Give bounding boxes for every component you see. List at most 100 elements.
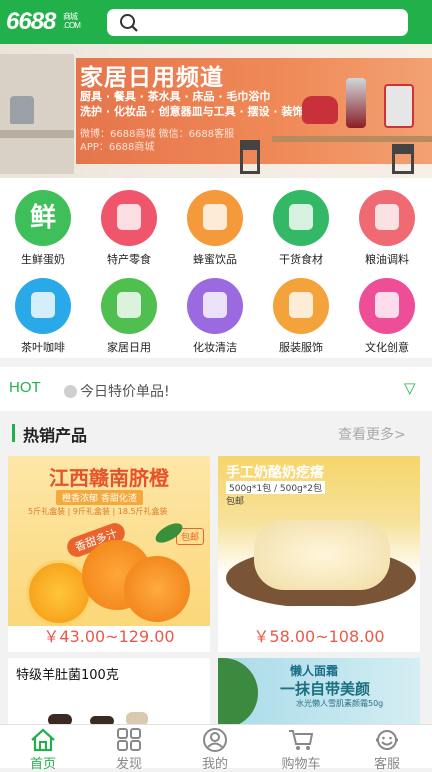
tab-label: 首页: [29, 757, 56, 772]
banner-line-2: 洗护 · 化妆品 · 创意器皿与工具 · 摆设 · 装饰: [80, 105, 304, 118]
discover-grid-icon: [117, 728, 141, 751]
category-item[interactable]: 鲜生鲜蛋奶: [0, 178, 86, 266]
hot-label: HOT: [9, 379, 41, 396]
tab-label: 客服: [373, 757, 400, 772]
category-glyph: [101, 190, 157, 246]
promo-banner[interactable]: 家居日用频道 厨具 · 餐具 · 茶水具 · 床品 · 毛巾浴巾 洗护 · 化妆…: [0, 44, 432, 178]
kettle-image: [10, 96, 34, 124]
product-image: 手工奶酪奶疙瘩 500g*1包 / 500g*2包 包邮: [218, 456, 420, 626]
product-card[interactable]: 特级羊肚菌100克: [8, 658, 210, 728]
category-glyph: [273, 190, 329, 246]
category-item[interactable]: 服装服饰: [258, 266, 344, 354]
dress-icon: [273, 278, 329, 334]
category-item[interactable]: 粮油调料: [344, 178, 430, 266]
product-price: ￥43.00~129.00: [43, 627, 175, 646]
fresh-icon: 鲜: [15, 190, 71, 246]
section-title: 热销产品: [23, 426, 88, 445]
bottom-tab-bar: 首页 发现 我的 购物车 客服: [0, 724, 432, 772]
mushroom-icon: [273, 190, 329, 246]
rice-cooker-image: [302, 96, 338, 124]
service-icon: [376, 730, 398, 750]
product-subtitle: 橙香浓郁 香甜化渣: [56, 490, 143, 505]
logo-subtext: 商城 .COM: [63, 12, 81, 30]
product-subtitle: 500g*1包 / 500g*2包: [226, 481, 325, 494]
banner-counter: [0, 130, 74, 138]
product-card[interactable]: 懒人面霜 一抹自带美颜 水光懒人雪肌素颜霜50g: [218, 658, 420, 728]
tab-discover[interactable]: 发现: [86, 725, 172, 772]
category-item[interactable]: 干货食材: [258, 178, 344, 266]
home-icon: [31, 728, 55, 752]
category-item[interactable]: 茶叶咖啡: [0, 266, 86, 354]
category-item[interactable]: 文化创意: [344, 266, 430, 354]
cheese-image: [254, 520, 390, 590]
tea-cup-icon: [15, 278, 71, 334]
hot-ticker[interactable]: HOT 今日特价单品! ▽: [0, 367, 432, 411]
category-label: 蜂蜜饮品: [193, 253, 237, 266]
cosmetics-icon: [187, 278, 243, 334]
category-label: 文化创意: [365, 341, 409, 354]
chair-image-2: [392, 144, 414, 174]
banner-title: 家居日用频道: [80, 65, 224, 91]
tab-label: 发现: [115, 757, 142, 772]
gift-icon: [101, 190, 157, 246]
logo-text: 6688: [6, 8, 56, 35]
product-card[interactable]: 江西赣南脐橙 橙香浓郁 香甜化渣 5斤礼盒装 | 9斤礼盒装 | 18.5斤礼盒…: [8, 456, 210, 652]
product-name: 特级羊肚菌100克: [16, 668, 119, 683]
creative-icon: [359, 278, 415, 334]
product-card[interactable]: 手工奶酪奶疙瘩 500g*1包 / 500g*2包 包邮 ￥58.00~108.…: [218, 456, 420, 652]
category-label: 服装服饰: [279, 341, 323, 354]
category-grid: 鲜生鲜蛋奶 特产零食蜂蜜饮品 干货食材 粮油调料茶叶咖啡 家居日用 化妆清洁 服装服饰 文化创…: [0, 178, 432, 358]
view-more-link[interactable]: 查看更多>: [338, 424, 406, 444]
category-label: 化妆清洁: [193, 341, 237, 354]
chevron-down-icon[interactable]: ▽: [404, 379, 416, 397]
product-name: 手工奶酪奶疙瘩: [226, 465, 324, 481]
top-bar: 6688 商城 .COM: [0, 0, 432, 44]
product-image: 江西赣南脐橙 橙香浓郁 香甜化渣 5斤礼盒装 | 9斤礼盒装 | 18.5斤礼盒…: [8, 456, 210, 626]
section-accent: [12, 424, 15, 442]
category-label: 家居日用: [107, 341, 151, 354]
category-label: 干货食材: [279, 253, 323, 266]
orange-image-3: [124, 556, 190, 622]
tab-cart[interactable]: 购物车: [258, 725, 344, 772]
tab-label: 我的: [201, 757, 228, 772]
category-glyph: [187, 278, 243, 334]
honey-icon: [187, 190, 243, 246]
ticker-dot-icon: [64, 385, 77, 398]
palm-leaf-image: [218, 658, 258, 728]
tab-service[interactable]: 客服: [344, 725, 430, 772]
product-name: 江西赣南脐橙: [49, 466, 169, 490]
search-icon: [120, 14, 138, 32]
category-glyph: [15, 278, 71, 334]
tab-label: 购物车: [281, 757, 321, 772]
banner-contact-2: APP：6688商城: [80, 142, 155, 153]
section-header: 热销产品 查看更多>: [0, 414, 432, 454]
category-glyph: [273, 278, 329, 334]
search-input[interactable]: [107, 9, 408, 36]
chair-image: [240, 140, 260, 174]
category-glyph: [187, 190, 243, 246]
blender-image: [346, 78, 366, 128]
category-item[interactable]: 蜂蜜饮品: [172, 178, 258, 266]
tab-profile[interactable]: 我的: [172, 725, 258, 772]
cart-icon: [289, 730, 314, 750]
user-icon: [203, 728, 227, 752]
logo[interactable]: 6688 商城 .COM: [6, 8, 81, 36]
product-name: 懒人面霜: [290, 664, 339, 678]
tab-home[interactable]: 首页: [0, 725, 86, 772]
product-price: ￥58.00~108.00: [253, 627, 385, 646]
category-glyph: [359, 278, 415, 334]
shipping-badge: 包邮: [226, 497, 245, 507]
category-item[interactable]: 化妆清洁: [172, 266, 258, 354]
oil-icon: [359, 190, 415, 246]
category-label: 茶叶咖啡: [21, 341, 65, 354]
coffee-machine-image: [384, 84, 414, 128]
product-slogan: 一抹自带美颜: [280, 680, 371, 698]
hot-message: 今日特价单品!: [80, 384, 170, 400]
category-glyph: [101, 278, 157, 334]
product-tags: 5斤礼盒装 | 9斤礼盒装 | 18.5斤礼盒装: [28, 507, 168, 516]
category-label: 粮油调料: [365, 253, 409, 266]
category-glyph: [359, 190, 415, 246]
category-item[interactable]: 特产零食: [86, 178, 172, 266]
category-item[interactable]: 家居日用: [86, 266, 172, 354]
product-subtitle: 水光懒人雪肌素颜霜50g: [296, 699, 384, 708]
